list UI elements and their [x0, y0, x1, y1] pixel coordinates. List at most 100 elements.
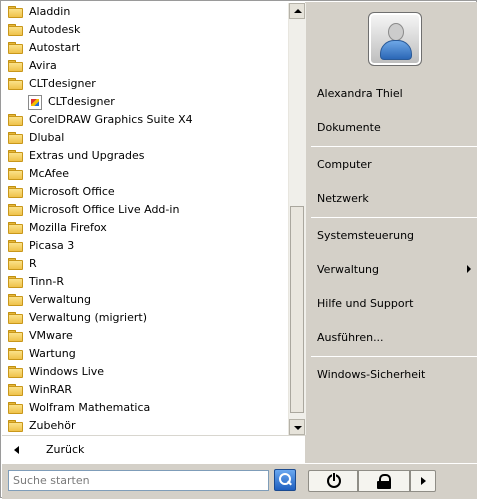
program-list: Aladdin Autodesk Autostart Avira CLTdesigner…	[2, 3, 288, 435]
program-folder-item[interactable]: Autostart	[2, 39, 288, 57]
search-input[interactable]	[8, 470, 269, 491]
program-label: Dlubal	[29, 131, 65, 144]
program-label: Picasa 3	[29, 239, 75, 252]
lock-icon-body	[377, 481, 391, 489]
program-folder-item[interactable]: Microsoft Office	[2, 183, 288, 201]
folder-icon	[8, 24, 23, 36]
program-label: CLTdesigner	[48, 95, 115, 108]
program-folder-item[interactable]: Microsoft Office Live Add-in	[2, 201, 288, 219]
program-label: Verwaltung (migriert)	[29, 311, 148, 324]
program-folder-item[interactable]: Tinn-R	[2, 273, 288, 291]
run-link[interactable]: Ausführen...	[317, 329, 384, 347]
program-label: Wolfram Mathematica	[29, 401, 151, 414]
program-label: Autodesk	[29, 23, 81, 36]
folder-icon	[8, 186, 23, 198]
folder-icon	[8, 114, 23, 126]
arrow-up-icon	[294, 9, 302, 13]
network-link[interactable]: Netzwerk	[317, 190, 369, 208]
program-folder-item[interactable]: Mozilla Firefox	[2, 219, 288, 237]
documents-link[interactable]: Dokumente	[317, 119, 381, 137]
program-label: Windows Live	[29, 365, 105, 378]
separator	[311, 356, 477, 357]
folder-icon	[8, 312, 23, 324]
avatar-body	[380, 40, 412, 60]
folder-icon	[8, 384, 23, 396]
program-folder-item[interactable]: CLTdesigner	[2, 75, 288, 93]
user-avatar-icon[interactable]	[368, 12, 422, 66]
program-folder-item[interactable]: Avira	[2, 57, 288, 75]
folder-icon	[8, 276, 23, 288]
folder-icon	[8, 150, 23, 162]
program-folder-item[interactable]: VMware	[2, 327, 288, 345]
program-label: Zubehör	[29, 419, 76, 432]
folder-icon	[8, 204, 23, 216]
control-panel-link[interactable]: Systemsteuerung	[317, 227, 414, 245]
program-label: Microsoft Office	[29, 185, 115, 198]
lock-button[interactable]	[358, 470, 410, 492]
back-arrow-icon	[14, 446, 19, 454]
folder-icon	[8, 240, 23, 252]
chevron-right-icon	[421, 477, 426, 485]
program-folder-item[interactable]: Wartung	[2, 345, 288, 363]
program-folder-item[interactable]: Dlubal	[2, 129, 288, 147]
program-label: CLTdesigner	[29, 77, 96, 90]
power-icon-stick	[332, 473, 336, 481]
scroll-up-button[interactable]	[289, 3, 305, 19]
folder-icon	[8, 42, 23, 54]
program-folder-item[interactable]: Verwaltung (migriert)	[2, 309, 288, 327]
program-label: McAfee	[29, 167, 70, 180]
folder-icon	[8, 366, 23, 378]
program-folder-item[interactable]: McAfee	[2, 165, 288, 183]
folder-icon	[8, 258, 23, 270]
back-label: Zurück	[46, 443, 85, 456]
search-button[interactable]	[274, 469, 296, 491]
shutdown-options-button[interactable]	[410, 470, 436, 492]
avatar-head	[388, 23, 404, 41]
program-folder-item[interactable]: WinRAR	[2, 381, 288, 399]
program-label: Aladdin	[29, 5, 71, 18]
program-folder-item[interactable]: Wolfram Mathematica	[2, 399, 288, 417]
power-button[interactable]	[308, 470, 358, 492]
scrollbar-thumb[interactable]	[290, 206, 304, 413]
folder-icon	[8, 294, 23, 306]
program-folder-item[interactable]: Verwaltung	[2, 291, 288, 309]
windows-security-link[interactable]: Windows-Sicherheit	[317, 366, 425, 384]
program-folder-item[interactable]: Extras und Upgrades	[2, 147, 288, 165]
folder-icon	[8, 6, 23, 18]
program-folder-item[interactable]: Autodesk	[2, 21, 288, 39]
arrow-down-icon	[294, 426, 302, 430]
help-support-link[interactable]: Hilfe und Support	[317, 295, 413, 313]
program-folder-item[interactable]: Windows Live	[2, 363, 288, 381]
search-icon-handle	[287, 480, 292, 486]
vertical-scrollbar[interactable]	[288, 3, 306, 435]
program-folder-item[interactable]: R	[2, 255, 288, 273]
all-programs-pane: Aladdin Autodesk Autostart Avira CLTdesigner…	[2, 2, 306, 464]
administration-link[interactable]: Verwaltung	[317, 261, 379, 279]
separator	[311, 217, 477, 218]
right-pane: Alexandra Thiel Dokumente Computer Netzw…	[306, 2, 477, 463]
program-label: CorelDRAW Graphics Suite X4	[29, 113, 193, 126]
program-label: VMware	[29, 329, 73, 342]
program-label: Wartung	[29, 347, 76, 360]
computer-link[interactable]: Computer	[317, 156, 372, 174]
user-folder-link[interactable]: Alexandra Thiel	[317, 85, 403, 103]
folder-icon	[8, 420, 23, 432]
folder-icon	[8, 222, 23, 234]
folder-icon	[8, 348, 23, 360]
program-folder-item[interactable]: Aladdin	[2, 3, 288, 21]
submenu-arrow-icon	[467, 265, 471, 273]
program-label: WinRAR	[29, 383, 73, 396]
program-label: Microsoft Office Live Add-in	[29, 203, 180, 216]
program-folder-item[interactable]: Picasa 3	[2, 237, 288, 255]
program-folder-item[interactable]: Zubehör	[2, 417, 288, 435]
start-menu: Aladdin Autodesk Autostart Avira CLTdesigner…	[0, 0, 477, 499]
folder-icon	[8, 402, 23, 414]
program-label: R	[29, 257, 37, 270]
application-icon	[28, 95, 42, 110]
folder-icon	[8, 132, 23, 144]
scroll-down-button[interactable]	[289, 419, 305, 435]
program-label: Verwaltung	[29, 293, 91, 306]
back-button[interactable]: Zurück	[2, 435, 305, 464]
program-item[interactable]: CLTdesigner	[2, 93, 288, 111]
program-folder-item[interactable]: CorelDRAW Graphics Suite X4	[2, 111, 288, 129]
